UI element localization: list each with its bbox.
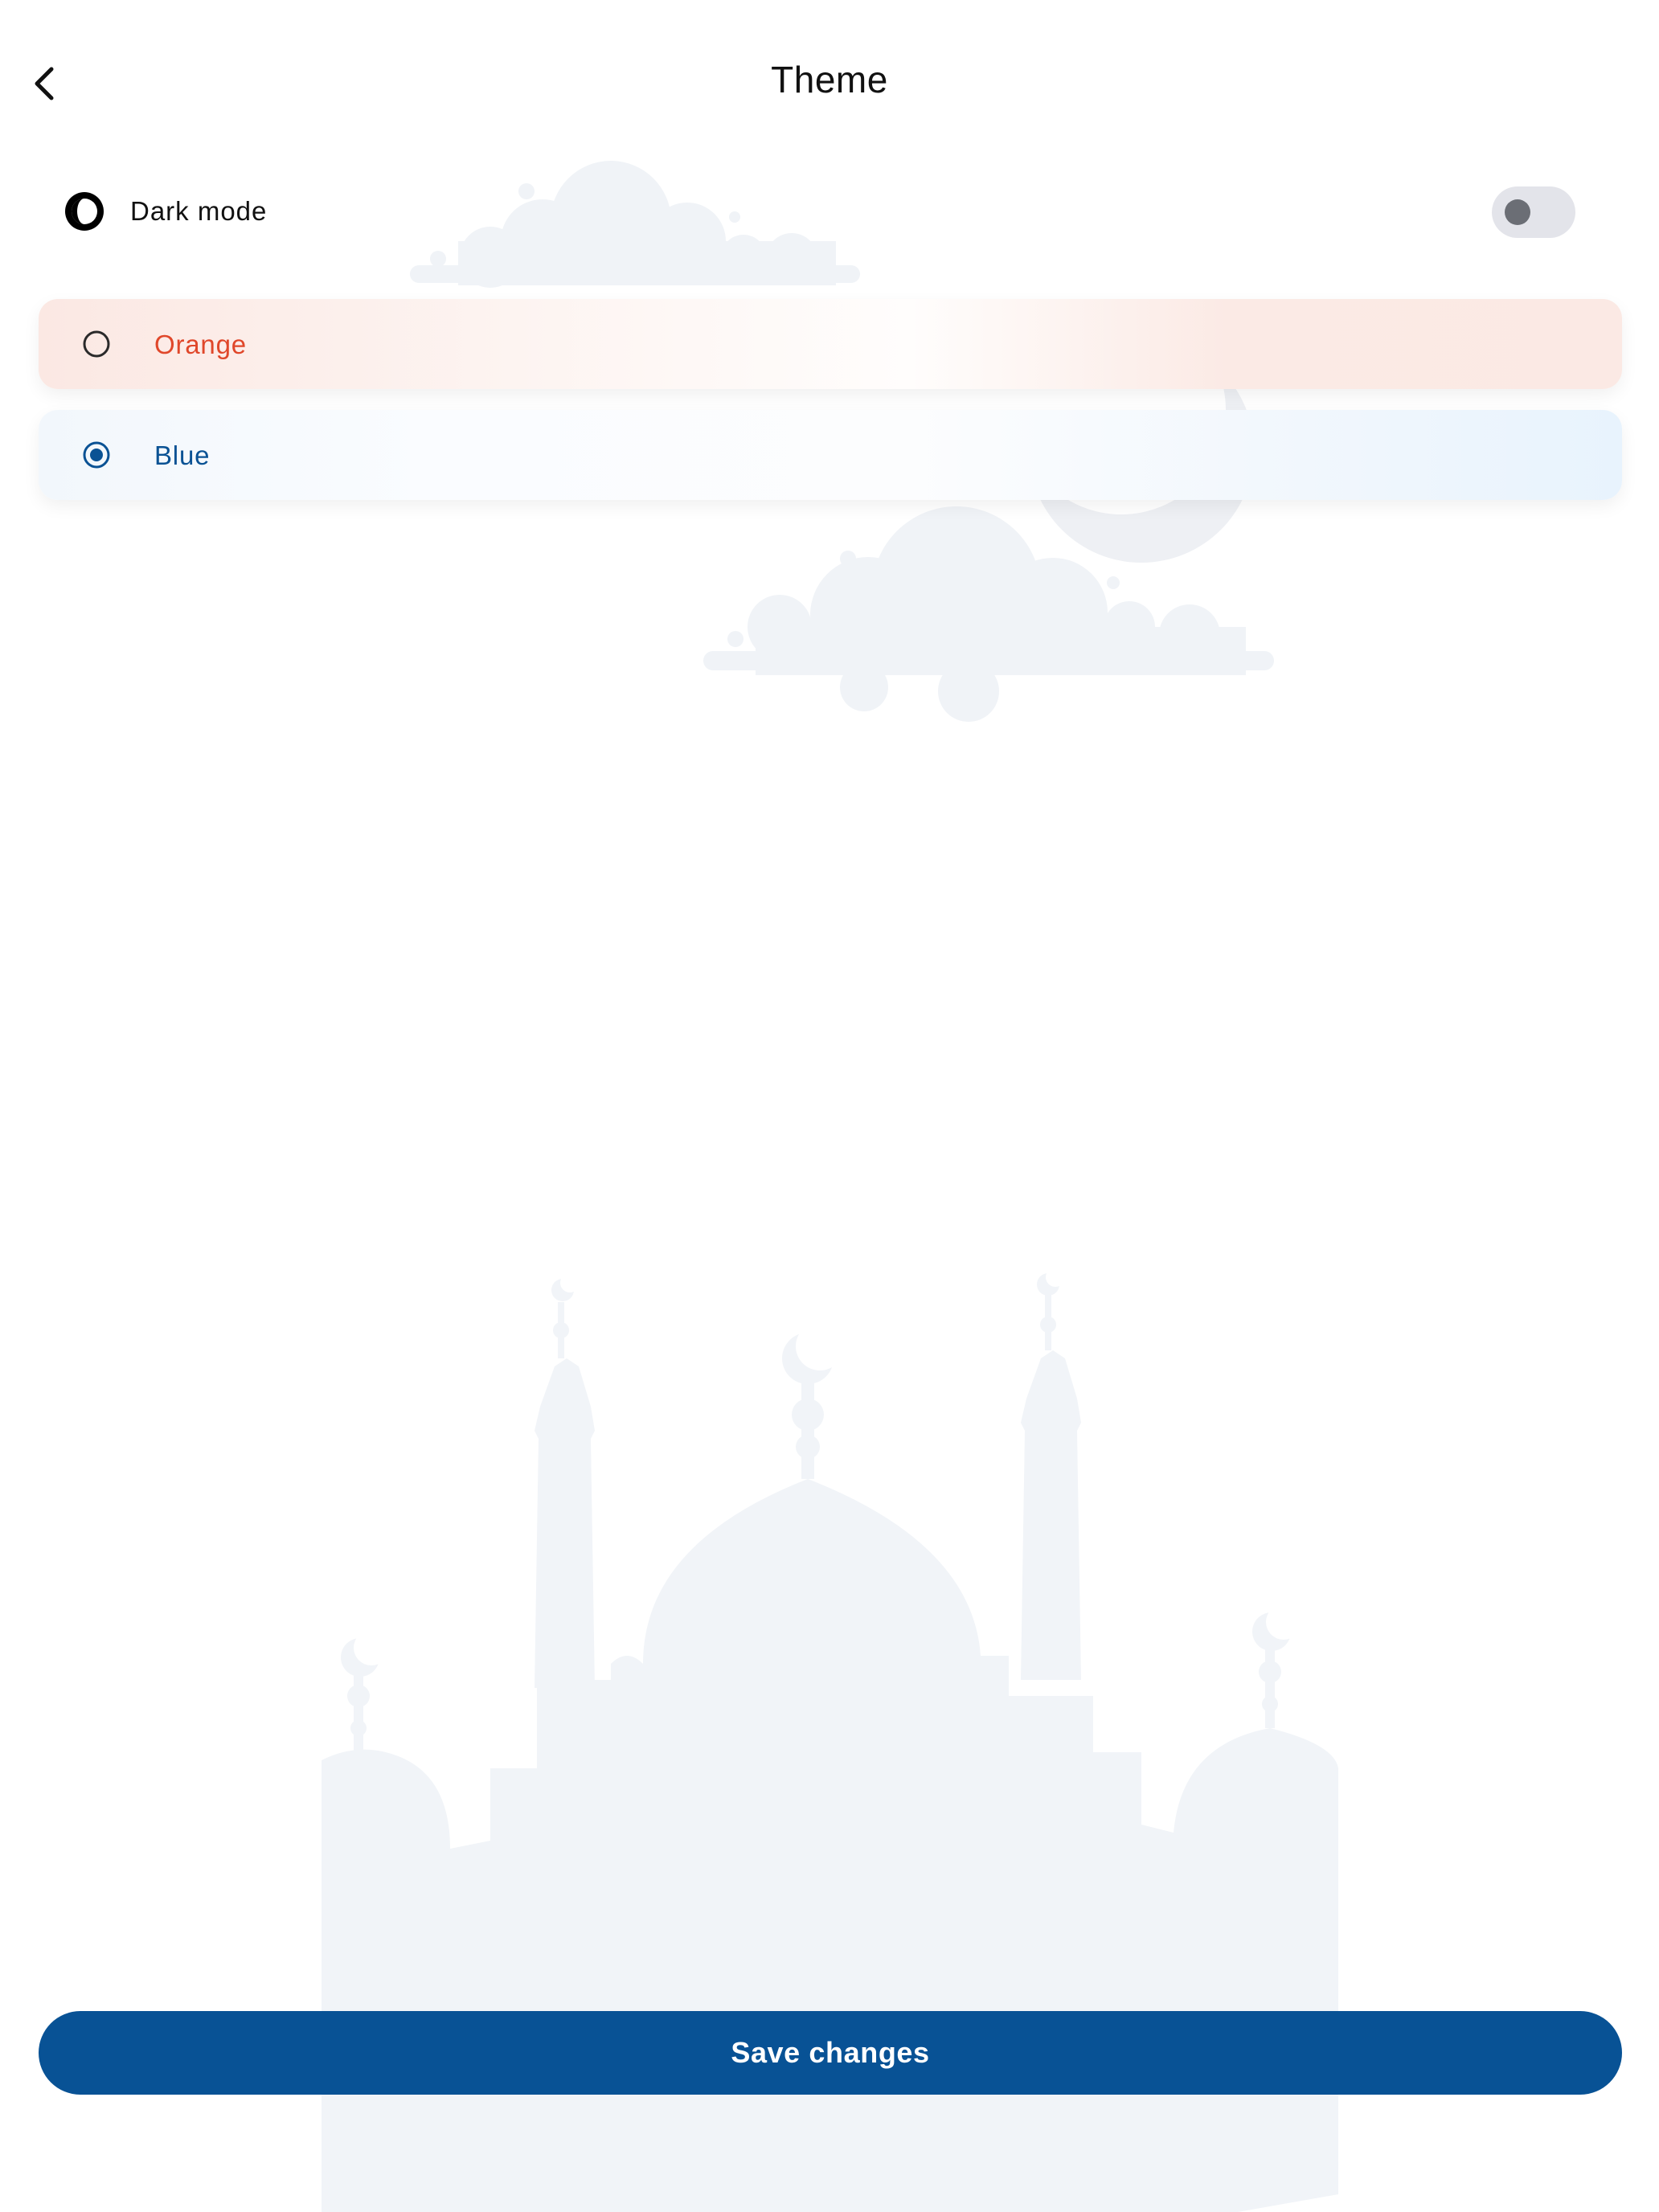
dark-mode-row: Dark mode bbox=[0, 169, 1659, 257]
dark-mode-label: Dark mode bbox=[130, 196, 268, 226]
radio-selected-icon[interactable] bbox=[82, 440, 111, 469]
theme-option-orange[interactable]: Orange bbox=[39, 299, 1622, 389]
toggle-knob bbox=[1505, 199, 1530, 225]
theme-option-label: Blue bbox=[154, 440, 211, 470]
header: Theme bbox=[0, 0, 1659, 169]
save-changes-button[interactable]: Save changes bbox=[39, 2011, 1622, 2095]
page-title: Theme bbox=[771, 59, 888, 100]
contrast-icon bbox=[65, 192, 104, 231]
radio-unselected-icon[interactable] bbox=[82, 330, 111, 358]
theme-option-blue[interactable]: Blue bbox=[39, 410, 1622, 500]
theme-option-label: Orange bbox=[154, 330, 247, 359]
dark-mode-toggle[interactable] bbox=[1492, 186, 1575, 238]
